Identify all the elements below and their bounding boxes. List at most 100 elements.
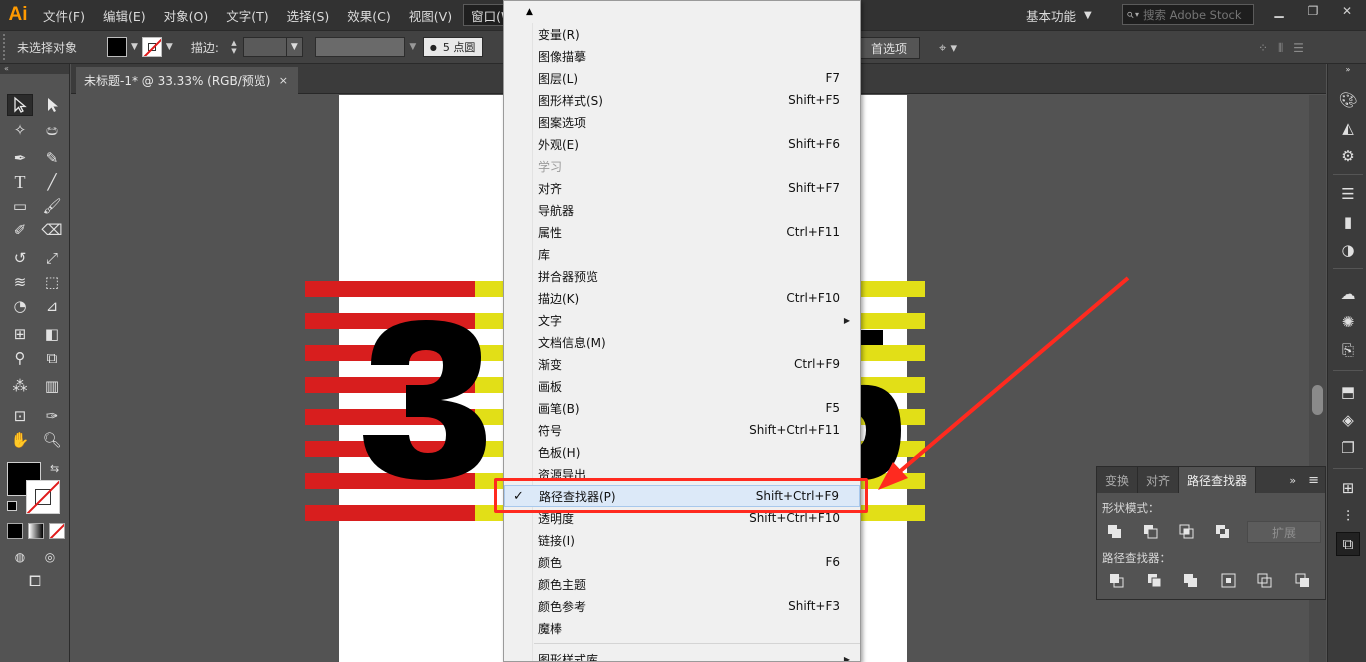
pen-tool-icon[interactable]: ✒	[7, 147, 33, 169]
panel-menu-icon[interactable]: ≡	[1302, 467, 1325, 493]
eyedropper-icon[interactable]: ⚲	[7, 347, 33, 369]
document-tab[interactable]: 未标题-1* @ 33.33% (RGB/预览) ×	[76, 67, 298, 94]
minimize-icon[interactable]: ▁	[1262, 0, 1296, 22]
menu-item[interactable]: 对齐 Shift+F7	[504, 177, 860, 199]
width-tool-icon[interactable]: ≋	[7, 271, 33, 293]
variable-width-profile[interactable]	[314, 37, 405, 57]
menu-view[interactable]: 视图(V)	[402, 4, 459, 26]
menu-item[interactable]: 魔棒	[504, 617, 860, 639]
crop-icon[interactable]	[1219, 571, 1239, 591]
column-graph-icon[interactable]: ▥	[39, 375, 65, 397]
menu-item[interactable]: 图层(L) F7	[504, 67, 860, 89]
color-mode-icon[interactable]	[7, 523, 23, 539]
stock-search[interactable]: ▾	[1122, 4, 1254, 25]
merge-icon[interactable]	[1181, 571, 1201, 591]
menu-edit[interactable]: 编辑(E)	[96, 4, 153, 26]
restore-icon[interactable]: ❐	[1296, 0, 1330, 22]
menu-item[interactable]: 图像描摹	[504, 45, 860, 67]
scroll-up-icon[interactable]: ▲	[504, 1, 860, 23]
menu-item[interactable]: 导航器	[504, 199, 860, 221]
symbols-icon[interactable]: ✺	[1336, 310, 1360, 334]
draw-behind-icon[interactable]: ◎	[37, 546, 63, 568]
divide-icon[interactable]	[1107, 571, 1127, 591]
chevron-down-icon[interactable]: ▼	[405, 37, 421, 57]
scroll-thumb[interactable]	[1312, 385, 1323, 415]
stroke-swatch[interactable]	[141, 37, 162, 57]
menu-item[interactable]: 渐变 Ctrl+F9	[504, 353, 860, 375]
align-panel-icon[interactable]: ⫶	[1336, 504, 1360, 528]
shape-builder-icon[interactable]: ◔	[7, 295, 33, 317]
menu-item[interactable]: 颜色主题	[504, 573, 860, 595]
artboard-tool-icon[interactable]: ⊡	[7, 405, 33, 427]
fill-swatch[interactable]	[107, 37, 127, 57]
perspective-grid-icon[interactable]: ⊿	[39, 295, 65, 317]
rotate-tool-icon[interactable]: ↺	[7, 247, 33, 269]
chevron-down-icon[interactable]: ▼	[286, 37, 303, 57]
type-tool-icon[interactable]: T	[7, 171, 33, 193]
workspace-switcher[interactable]: 基本功能 ▼	[1026, 4, 1092, 26]
stroke-weight-stepper[interactable]: ▲ ▼	[227, 37, 241, 57]
scale-tool-icon[interactable]: ⤢	[39, 247, 65, 269]
minus-back-icon[interactable]	[1293, 571, 1313, 591]
color-guide-icon[interactable]: ◭	[1336, 116, 1360, 140]
line-tool-icon[interactable]: ╱	[39, 171, 65, 193]
unite-icon[interactable]	[1105, 522, 1125, 542]
menu-item[interactable]: 库	[504, 243, 860, 265]
gradient-tool-icon[interactable]: ◧	[39, 323, 65, 345]
align-icon[interactable]: ⫴	[1278, 41, 1283, 56]
menu-item[interactable]: 颜色参考 Shift+F3	[504, 595, 860, 617]
selection-tool-icon[interactable]	[7, 94, 33, 116]
recolor-icon[interactable]: ⚙︎	[1336, 144, 1360, 168]
screen-mode-icon[interactable]: ⧠	[22, 570, 48, 592]
menu-item[interactable]: 色板(H)	[504, 441, 860, 463]
rectangle-tool-icon[interactable]: ▭	[7, 195, 33, 217]
free-transform-icon[interactable]: ⬚	[39, 271, 65, 293]
grid-icon[interactable]: ⁘	[1258, 41, 1268, 55]
menu-item[interactable]: 外观(E) Shift+F6	[504, 133, 860, 155]
stock-search-input[interactable]	[1143, 7, 1253, 22]
asset-export-icon[interactable]: ⎘	[1336, 338, 1360, 362]
menu-item[interactable]: 链接(I)	[504, 529, 860, 551]
trim-icon[interactable]	[1145, 571, 1165, 591]
menu-item[interactable]: 图形样式库 ▶	[504, 648, 860, 662]
shaper-tool-icon[interactable]: ✐	[7, 219, 33, 241]
libraries-icon[interactable]: ☁︎	[1336, 282, 1360, 306]
magic-wand-icon[interactable]: ✧	[7, 119, 33, 141]
menu-item[interactable]: 颜色 F6	[504, 551, 860, 573]
transform-panel-icon[interactable]: ⊞	[1336, 476, 1360, 500]
menu-item[interactable]: 符号 Shift+Ctrl+F11	[504, 419, 860, 441]
expand-icon[interactable]: »	[1336, 64, 1360, 74]
stroke-color-swatch[interactable]	[26, 480, 60, 514]
menu-select[interactable]: 选择(S)	[280, 4, 337, 26]
mesh-tool-icon[interactable]: ⊞	[7, 323, 33, 345]
close-icon[interactable]: ✕	[1330, 0, 1364, 22]
menu-item[interactable]: 拼合器预览	[504, 265, 860, 287]
menu-item[interactable]: 画笔(B) F5	[504, 397, 860, 419]
intersect-icon[interactable]	[1177, 522, 1197, 542]
tab-align[interactable]: 对齐	[1138, 467, 1180, 493]
exclude-icon[interactable]	[1213, 522, 1233, 542]
symbol-sprayer-icon[interactable]: ⁂	[7, 375, 33, 397]
transparency-icon[interactable]: ◑	[1336, 238, 1360, 262]
expand-button[interactable]: 扩展	[1247, 521, 1321, 543]
hand-tool-icon[interactable]: ✋	[7, 429, 33, 451]
artboards-icon[interactable]: ⬒	[1336, 380, 1360, 404]
stroke-panel-icon[interactable]: ☰	[1336, 182, 1360, 206]
none-mode-icon[interactable]	[49, 523, 65, 539]
collapse-icon[interactable]: «	[0, 64, 69, 74]
tab-transform[interactable]: 变换	[1097, 467, 1139, 493]
menu-object[interactable]: 对象(O)	[157, 4, 216, 26]
layers-icon[interactable]: ◈	[1336, 408, 1360, 432]
lasso-icon[interactable]: ඏ	[39, 119, 65, 141]
expand-panel-icon[interactable]: »	[1283, 467, 1302, 493]
close-icon[interactable]: ×	[279, 74, 288, 87]
menu-item[interactable]: 变量(R)	[504, 23, 860, 45]
color-palette-icon[interactable]: 🎨︎	[1336, 88, 1360, 112]
menu-item[interactable]: 画板	[504, 375, 860, 397]
menu-effect[interactable]: 效果(C)	[340, 4, 397, 26]
chevron-down-icon[interactable]: ▼	[131, 42, 138, 52]
pathfinder-panel-icon[interactable]: ⧉	[1336, 532, 1360, 556]
chevron-down-icon[interactable]: ▼	[166, 42, 173, 52]
eraser-icon[interactable]: ⌫	[39, 219, 65, 241]
paintbrush-icon[interactable]: 🖌	[39, 195, 65, 217]
